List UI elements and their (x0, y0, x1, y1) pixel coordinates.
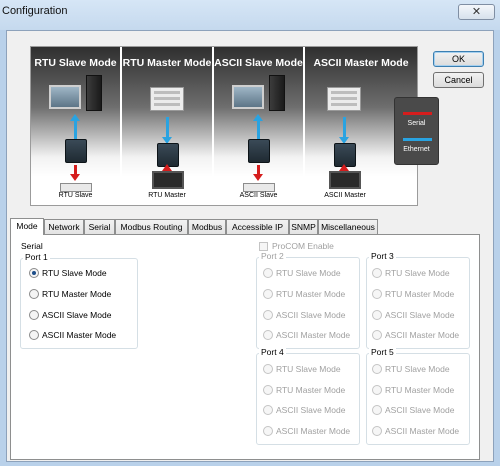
radio-label: ASCII Slave Mode (42, 310, 112, 320)
panel-caption: ASCII Slave (239, 192, 278, 199)
slave-device-icon (60, 183, 92, 192)
server-tower-icon (269, 75, 285, 111)
procom-enable-checkbox[interactable] (259, 242, 268, 251)
computer-icon (49, 85, 81, 109)
dialog-body: RTU Slave Mode RTU Slave RTU Master Mode… (6, 30, 494, 462)
radio-label: RTU Slave Mode (42, 268, 107, 278)
tab-modbus-routing[interactable]: Modbus Routing (115, 219, 188, 234)
serial-group-label: Serial (21, 241, 43, 251)
window-title: Configuration (2, 5, 68, 17)
panel-caption: ASCII Master (324, 192, 366, 199)
radio-label: ASCII Master Mode (276, 426, 351, 436)
radio-label: RTU Slave Mode (385, 268, 450, 278)
close-icon: ✕ (471, 6, 482, 18)
touch-panel-icon (152, 171, 184, 189)
cancel-button[interactable]: Cancel (433, 72, 484, 88)
legend-serial-label: Serial (407, 120, 426, 127)
radio-label: RTU Master Mode (385, 289, 455, 299)
legend-ethernet-label: Ethernet (403, 146, 430, 153)
plc-rack-icon (150, 87, 184, 111)
ok-button[interactable]: OK (433, 51, 484, 67)
panel-title: RTU Master Mode (122, 57, 212, 69)
radio-label: RTU Slave Mode (276, 268, 341, 278)
mode-tab-page: Serial ProCOM Enable Port 1 RTU Slave Mo… (10, 234, 480, 460)
computer-icon (232, 85, 264, 109)
server-tower-icon (86, 75, 102, 111)
close-button[interactable]: ✕ (458, 4, 495, 20)
ethernet-legend-line (403, 138, 432, 141)
radio-label: RTU Master Mode (42, 289, 112, 299)
radio-label: ASCII Slave Mode (385, 405, 455, 415)
tab-network[interactable]: Network (44, 219, 84, 234)
port2-label: Port 2 (259, 251, 286, 261)
radio-label: RTU Slave Mode (385, 364, 450, 374)
port4-label: Port 4 (259, 347, 286, 357)
radio-label: RTU Slave Mode (276, 364, 341, 374)
tab-accessible-ip[interactable]: Accessible IP (226, 219, 289, 234)
panel-caption: RTU Master (148, 192, 186, 199)
plc-rack-icon (327, 87, 361, 111)
port1-label: Port 1 (23, 252, 50, 262)
radio-label: ASCII Master Mode (385, 426, 460, 436)
panel-title: ASCII Master Mode (313, 57, 409, 69)
radio-label: RTU Master Mode (385, 385, 455, 395)
panel-title: RTU Slave Mode (34, 57, 117, 69)
legend: Serial Ethernet (394, 97, 439, 165)
title-bar: Configuration ✕ (0, 0, 500, 30)
serial-legend-line (403, 112, 432, 115)
tab-mode[interactable]: Mode (10, 218, 44, 235)
tab-snmp[interactable]: SNMP (289, 219, 318, 234)
port3-label: Port 3 (369, 251, 396, 261)
panel-title: ASCII Slave Mode (214, 57, 303, 69)
mode-illustration: RTU Slave Mode RTU Slave RTU Master Mode… (30, 46, 439, 206)
banner-panel-rtu-master: RTU Master Mode RTU Master (122, 47, 213, 205)
touch-panel-icon (329, 171, 361, 189)
radio-label: ASCII Master Mode (385, 330, 460, 340)
port5-label: Port 5 (369, 347, 396, 357)
tab-serial[interactable]: Serial (84, 219, 115, 234)
radio-label: ASCII Slave Mode (385, 310, 455, 320)
radio-label: RTU Master Mode (276, 289, 346, 299)
radio-label: ASCII Slave Mode (276, 310, 346, 320)
radio-label: ASCII Master Mode (276, 330, 351, 340)
tab-modbus[interactable]: Modbus (188, 219, 226, 234)
panel-caption: RTU Slave (58, 192, 93, 199)
radio-label: RTU Master Mode (276, 385, 346, 395)
procom-enable-label: ProCOM Enable (272, 241, 334, 251)
radio-label: ASCII Slave Mode (276, 405, 346, 415)
radio-label: ASCII Master Mode (42, 330, 117, 340)
tab-miscellaneous[interactable]: Miscellaneous (318, 219, 378, 234)
gateway-device-icon (65, 139, 87, 163)
slave-device-icon (243, 183, 275, 192)
gateway-device-icon (248, 139, 270, 163)
banner-panel-rtu-slave: RTU Slave Mode RTU Slave (31, 47, 121, 205)
banner-panel-ascii-slave: ASCII Slave Mode ASCII Slave (214, 47, 304, 205)
